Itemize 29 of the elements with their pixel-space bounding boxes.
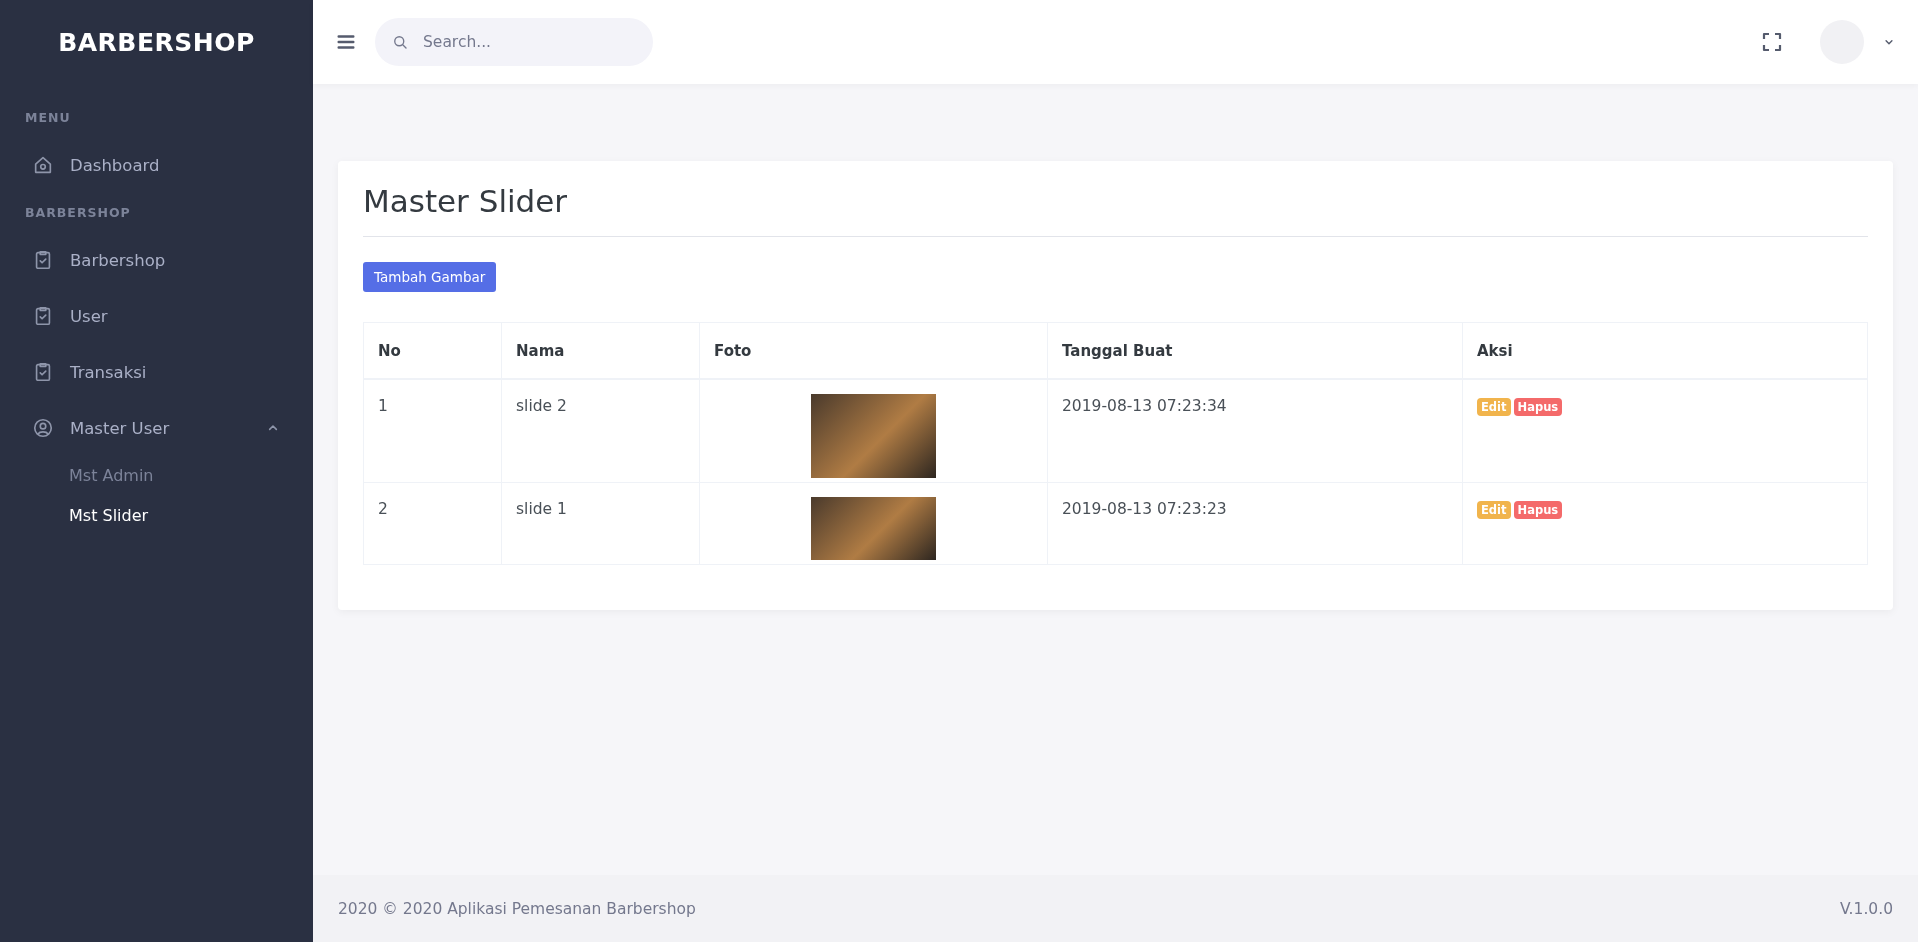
user-circle-icon [32, 417, 54, 439]
column-header: No [363, 322, 502, 379]
page-title: Master Slider [363, 183, 1868, 237]
version-text: V.1.0.0 [1840, 899, 1893, 918]
sidebar-item[interactable]: Barbershop [0, 232, 313, 288]
table-cell: slide 2 [501, 379, 700, 483]
menu-heading: BARBERSHOP [24, 204, 132, 222]
sidebar-item[interactable]: Master User [0, 400, 313, 456]
submenu-item[interactable]: Mst Admin [0, 456, 313, 496]
column-header: Foto [699, 322, 1048, 379]
column-header: Nama [501, 322, 700, 379]
fullscreen-icon[interactable] [1760, 30, 1784, 54]
sidebar-item[interactable]: User [0, 288, 313, 344]
table-cell: 2 [363, 482, 502, 565]
house-icon [32, 154, 54, 176]
search-field[interactable]: Search... [375, 18, 653, 66]
table-cell: 2019-08-13 07:23:23 [1047, 482, 1463, 565]
sidebar-item[interactable]: Transaksi [0, 344, 313, 400]
table-cell: 2019-08-13 07:23:34 [1047, 379, 1463, 483]
submenu-item[interactable]: Mst Slider [0, 496, 313, 536]
table-cell: 1 [363, 379, 502, 483]
add-image-button[interactable]: Tambah Gambar [363, 262, 497, 292]
table-cell: slide 1 [501, 482, 700, 565]
footer-text: 2020 © 2020 Aplikasi Pemesanan Barbershop [338, 899, 696, 918]
column-header: Aksi [1462, 322, 1868, 379]
column-header: Tanggal Buat [1047, 322, 1463, 379]
menu-heading: MENU [24, 109, 72, 127]
brand-logo: BARBERSHOP [58, 27, 255, 57]
sidebar-item[interactable]: Dashboard [0, 137, 313, 193]
